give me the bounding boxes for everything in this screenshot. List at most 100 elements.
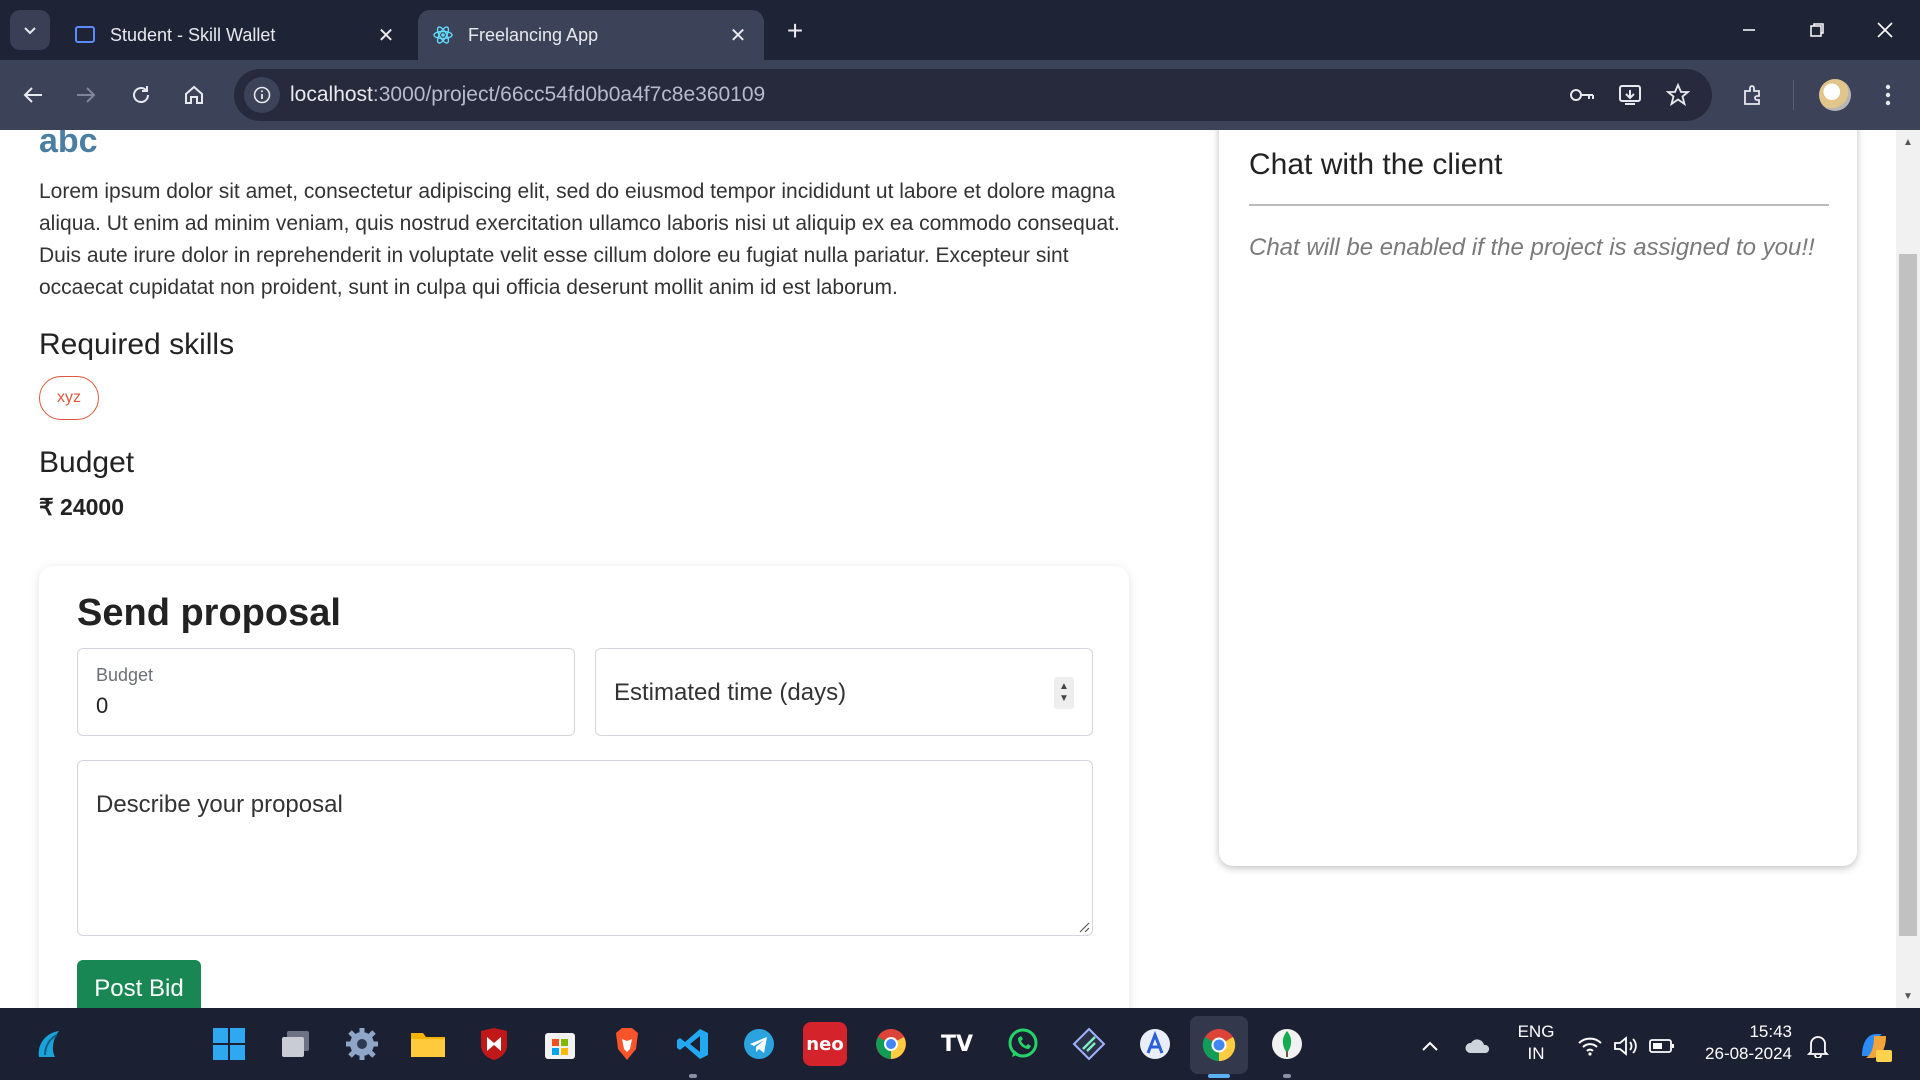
proposal-description-textarea[interactable]: Describe your proposal — [77, 760, 1093, 936]
minimize-icon — [1743, 29, 1755, 31]
language-code: ENG — [1517, 1022, 1555, 1041]
microsoft-store-icon[interactable] — [538, 1022, 582, 1066]
spinner-up-icon[interactable]: ▲ — [1059, 681, 1069, 693]
app-a-icon[interactable] — [1133, 1022, 1177, 1066]
scroll-down-icon[interactable]: ▼ — [1898, 986, 1918, 1006]
url-text[interactable]: localhost:3000/project/66cc54fd0b0a4f7c8… — [290, 83, 765, 107]
budget-heading: Budget — [39, 446, 135, 479]
chat-disabled-note: Chat will be enabled if the project is a… — [1249, 234, 1815, 261]
chevron-down-icon — [24, 27, 36, 35]
back-button[interactable] — [13, 75, 53, 115]
start-windows-icon[interactable] — [207, 1022, 251, 1066]
budget-input-label: Budget — [96, 665, 154, 685]
neo-app-icon[interactable]: neo — [803, 1022, 847, 1066]
tab-search-button[interactable] — [10, 10, 50, 50]
address-bar[interactable]: localhost:3000/project/66cc54fd0b0a4f7c8… — [234, 69, 1712, 121]
budget-input-value: 0 — [96, 693, 109, 718]
restore-icon — [1810, 23, 1824, 37]
git-tool-icon[interactable] — [1067, 1022, 1111, 1066]
running-indicator — [1283, 1074, 1291, 1078]
budget-value: ₹ 24000 — [39, 494, 124, 520]
whatsapp-icon[interactable] — [1001, 1022, 1045, 1066]
extensions-button[interactable] — [1733, 75, 1773, 115]
brave-browser-icon[interactable] — [605, 1022, 649, 1066]
tab-title: Freelancing App — [468, 24, 599, 45]
reload-button[interactable] — [121, 75, 161, 115]
file-explorer-icon[interactable] — [406, 1022, 450, 1066]
chrome-icon[interactable] — [869, 1022, 913, 1066]
mongodb-compass-icon[interactable] — [1265, 1022, 1309, 1066]
chat-divider — [1249, 204, 1829, 206]
post-bid-button[interactable]: Post Bid — [77, 960, 201, 1008]
tab-skill-wallet[interactable]: Student - Skill Wallet ✕ — [60, 10, 412, 60]
close-tab-icon[interactable]: ✕ — [374, 23, 398, 47]
running-indicator — [689, 1074, 697, 1078]
password-key-icon[interactable] — [1564, 77, 1600, 113]
url-path: :3000/project/66cc54fd0b0a4f7c8e360109 — [372, 83, 766, 106]
notifications-icon[interactable] — [1804, 1032, 1832, 1060]
close-icon — [1877, 22, 1893, 38]
skill-chip: xyz — [39, 376, 99, 420]
menu-button[interactable] — [1868, 75, 1908, 115]
chat-title: Chat with the client — [1249, 148, 1503, 181]
settings-gear-icon[interactable] — [340, 1022, 384, 1066]
reload-icon — [133, 86, 149, 103]
profile-avatar[interactable] — [1819, 79, 1851, 111]
monitor-icon — [74, 24, 96, 46]
task-view-icon[interactable] — [274, 1022, 318, 1066]
close-tab-icon[interactable]: ✕ — [726, 23, 750, 47]
minimize-button[interactable] — [1724, 10, 1774, 50]
arrow-right-icon — [77, 87, 96, 103]
home-button[interactable] — [174, 75, 214, 115]
onedrive-cloud-icon[interactable] — [1464, 1032, 1492, 1060]
browser-tab-bar: Student - Skill Wallet ✕ Freelancing App… — [0, 0, 1920, 60]
toolbar-divider — [1793, 80, 1794, 110]
number-spinner[interactable]: ▲ ▼ — [1054, 677, 1074, 709]
arrow-left-icon — [23, 87, 42, 103]
vscode-icon[interactable] — [671, 1022, 715, 1066]
language-indicator[interactable]: ENG IN — [1512, 1022, 1560, 1064]
install-app-icon[interactable] — [1612, 77, 1648, 113]
bookmark-star-icon[interactable] — [1660, 77, 1696, 113]
react-icon — [432, 24, 454, 46]
kebab-menu-icon — [1885, 84, 1891, 106]
site-info-button[interactable] — [244, 77, 280, 113]
browser-toolbar: localhost:3000/project/66cc54fd0b0a4f7c8… — [0, 60, 1920, 130]
clock-date: 26-08-2024 — [1705, 1044, 1792, 1063]
resize-handle-icon[interactable] — [1076, 919, 1090, 933]
tradingview-icon[interactable]: TV — [935, 1022, 979, 1066]
tab-freelancing-app[interactable]: Freelancing App ✕ — [418, 10, 764, 60]
active-indicator — [1208, 1074, 1230, 1078]
url-host: localhost — [290, 83, 373, 106]
page-viewport: abc Lorem ipsum dolor sit amet, consecte… — [0, 130, 1920, 1008]
telegram-icon[interactable] — [737, 1022, 781, 1066]
project-description: Lorem ipsum dolor sit amet, consectetur … — [39, 180, 1120, 299]
proposal-description-placeholder: Describe your proposal — [96, 791, 343, 818]
wifi-icon[interactable] — [1576, 1032, 1604, 1060]
windows-taskbar: neo TV ENG IN 15:43 26-08-2024 — [0, 1008, 1920, 1080]
project-title: abc — [39, 130, 98, 160]
clock[interactable]: 15:43 26-08-2024 — [1696, 1022, 1792, 1064]
widgets-icon[interactable] — [26, 1022, 70, 1066]
estimated-time-input[interactable]: Estimated time (days) ▲ ▼ — [595, 648, 1093, 736]
close-window-button[interactable] — [1860, 10, 1910, 50]
show-hidden-icons-icon[interactable] — [1416, 1032, 1444, 1060]
puzzle-icon — [1744, 85, 1760, 105]
budget-input[interactable]: Budget 0 — [77, 648, 575, 736]
tab-title: Student - Skill Wallet — [110, 24, 276, 45]
info-icon — [253, 86, 271, 104]
volume-icon[interactable] — [1612, 1032, 1640, 1060]
scrollbar-thumb[interactable] — [1899, 254, 1917, 936]
mcafee-icon[interactable] — [472, 1022, 516, 1066]
restore-button[interactable] — [1792, 10, 1842, 50]
forward-button[interactable] — [66, 75, 106, 115]
skills-heading: Required skills — [39, 328, 235, 361]
battery-icon[interactable] — [1648, 1032, 1676, 1060]
new-tab-button[interactable]: + — [778, 14, 812, 48]
chrome-active-icon[interactable] — [1190, 1016, 1248, 1074]
estimated-time-placeholder: Estimated time (days) — [614, 679, 847, 706]
copilot-icon[interactable] — [1854, 1026, 1894, 1066]
home-icon — [185, 85, 203, 104]
spinner-down-icon[interactable]: ▼ — [1059, 693, 1069, 705]
scroll-up-icon[interactable]: ▲ — [1898, 132, 1918, 152]
